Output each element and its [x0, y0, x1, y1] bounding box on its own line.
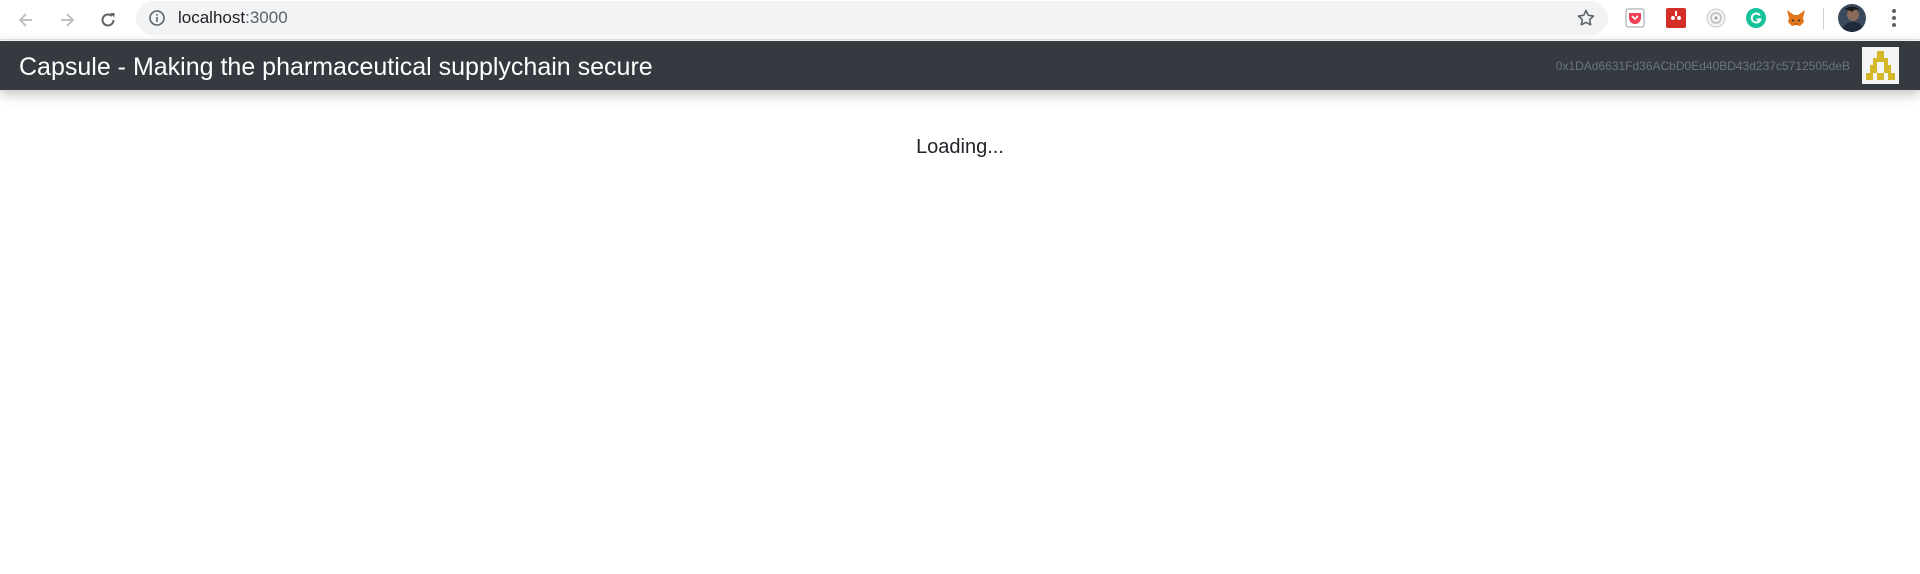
browser-menu-button[interactable]	[1882, 6, 1906, 30]
url-host: localhost	[178, 8, 246, 27]
back-button[interactable]	[10, 4, 42, 36]
toolbar-separator	[1823, 8, 1824, 30]
extension-icon	[1706, 8, 1726, 28]
url-port: :3000	[245, 8, 288, 27]
browser-toolbar: localhost:3000	[0, 0, 1920, 40]
pocket-extension[interactable]	[1623, 6, 1647, 30]
loading-message: Loading...	[916, 136, 1004, 158]
address-bar[interactable]: localhost:3000	[136, 1, 1608, 35]
arrow-left-icon	[18, 13, 32, 27]
generic-extension[interactable]	[1704, 6, 1728, 30]
grammarly-icon	[1746, 8, 1766, 28]
metamask-extension[interactable]	[1784, 6, 1808, 30]
profile-photo-icon	[1838, 4, 1866, 32]
identicon-icon	[1862, 47, 1899, 84]
bookmark-star-icon[interactable]	[1576, 8, 1596, 28]
reload-icon	[101, 13, 115, 27]
lastpass-icon	[1666, 8, 1686, 28]
wallet-address: 0x1DAd6631Fd36ACbD0Ed40BD43d237c5712505d…	[1555, 59, 1850, 73]
app-title[interactable]: Capsule - Making the pharmaceutical supp…	[19, 53, 653, 81]
pocket-icon	[1625, 8, 1645, 28]
reload-button[interactable]	[92, 4, 124, 36]
lastpass-extension[interactable]	[1664, 6, 1688, 30]
profile-avatar[interactable]	[1838, 4, 1866, 32]
forward-button[interactable]	[51, 4, 83, 36]
arrow-right-icon	[61, 13, 75, 27]
info-icon[interactable]	[148, 9, 166, 27]
url-text[interactable]: localhost:3000	[178, 8, 288, 28]
app-navbar: Capsule - Making the pharmaceutical supp…	[0, 41, 1920, 90]
grammarly-extension[interactable]	[1744, 6, 1768, 30]
account-identicon	[1862, 47, 1899, 84]
metamask-icon	[1787, 10, 1805, 26]
kebab-menu-icon	[1892, 9, 1896, 27]
